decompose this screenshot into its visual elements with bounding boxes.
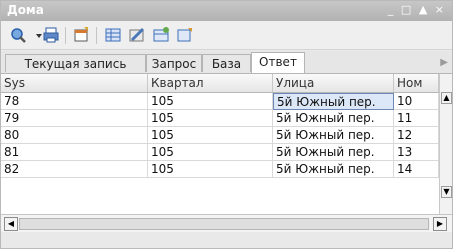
scroll-down-icon[interactable]: ▼ xyxy=(441,186,452,198)
close-button[interactable]: × xyxy=(435,3,446,16)
cell-number[interactable]: 10 xyxy=(394,93,439,110)
cell-street[interactable]: 5й Южный пер. xyxy=(273,110,394,127)
tab-answer[interactable]: Ответ xyxy=(251,52,305,73)
scroll-right-icon[interactable]: ▶ xyxy=(433,217,447,231)
window-controls: _ □ ▲ × xyxy=(388,3,446,16)
table-row[interactable]: 82 105 5й Южный пер. 14 xyxy=(1,161,439,178)
cell-street-selected[interactable]: 5й Южный пер. xyxy=(273,93,394,110)
cell-number[interactable]: 11 xyxy=(394,110,439,127)
form-button[interactable] xyxy=(175,25,195,45)
cell-number[interactable]: 12 xyxy=(394,127,439,144)
grid-button[interactable] xyxy=(103,25,123,45)
vertical-scrollbar[interactable]: ▲ ▼ xyxy=(439,74,452,214)
data-grid: Sys Квартал Улица Ном 78 105 5й Южный пе… xyxy=(1,73,452,232)
table-row[interactable]: 80 105 5й Южный пер. 12 xyxy=(1,127,439,144)
scroll-up-button[interactable]: ▲ xyxy=(419,3,429,16)
print-button[interactable] xyxy=(41,25,61,45)
grid-icon xyxy=(105,28,121,42)
table-row[interactable]: 78 105 5й Южный пер. 10 xyxy=(1,93,439,110)
table-add-icon xyxy=(153,27,169,42)
open-window-icon xyxy=(74,27,88,42)
toolbar-separator xyxy=(65,27,66,44)
cell-sys[interactable]: 81 xyxy=(1,144,148,161)
tab-base[interactable]: База xyxy=(202,54,251,72)
cell-kvartal[interactable]: 105 xyxy=(148,110,273,127)
table-row[interactable]: 81 105 5й Южный пер. 13 xyxy=(1,144,439,161)
toolbar-separator xyxy=(96,27,97,44)
cell-street[interactable]: 5й Южный пер. xyxy=(273,127,394,144)
cell-street[interactable]: 5й Южный пер. xyxy=(273,161,394,178)
column-header-sys[interactable]: Sys xyxy=(1,74,148,92)
scroll-left-icon[interactable]: ◀ xyxy=(4,217,18,231)
table-header: Sys Квартал Улица Ном xyxy=(1,74,439,93)
cell-kvartal[interactable]: 105 xyxy=(148,93,273,110)
cell-sys[interactable]: 78 xyxy=(1,93,148,110)
cell-street[interactable]: 5й Южный пер. xyxy=(273,144,394,161)
tab-strip: Текущая запись Запрос База Ответ ▶ xyxy=(1,51,452,74)
cell-number[interactable]: 13 xyxy=(394,144,439,161)
window-doma: Дома _ □ ▲ × Текущая запись Запрос База … xyxy=(0,0,453,249)
maximize-button[interactable]: □ xyxy=(401,3,413,16)
cell-kvartal[interactable]: 105 xyxy=(148,161,273,178)
tab-scroll-right-icon[interactable]: ▶ xyxy=(440,57,448,68)
column-header-kvartal[interactable]: Квартал xyxy=(148,74,273,92)
horizontal-scroll-thumb[interactable] xyxy=(19,218,429,230)
search-icon xyxy=(11,28,26,43)
table-add-button[interactable] xyxy=(151,25,171,45)
column-header-number[interactable]: Ном xyxy=(394,74,439,92)
edit-icon xyxy=(129,27,145,42)
cell-kvartal[interactable]: 105 xyxy=(148,144,273,161)
open-window-button[interactable] xyxy=(71,25,91,45)
cell-number[interactable]: 14 xyxy=(394,161,439,178)
cell-kvartal[interactable]: 105 xyxy=(148,127,273,144)
cell-sys[interactable]: 79 xyxy=(1,110,148,127)
cell-sys[interactable]: 80 xyxy=(1,127,148,144)
search-dropdown-arrow[interactable] xyxy=(29,25,42,45)
tab-current-record[interactable]: Текущая запись xyxy=(5,54,146,72)
tab-query[interactable]: Запрос xyxy=(146,54,202,72)
minimize-button[interactable]: _ xyxy=(388,3,396,16)
column-header-street[interactable]: Улица xyxy=(273,74,394,92)
window-title: Дома xyxy=(7,3,44,17)
scroll-up-icon[interactable]: ▲ xyxy=(441,92,452,104)
cell-sys[interactable]: 82 xyxy=(1,161,148,178)
horizontal-scrollbar[interactable]: ◀ ▶ xyxy=(1,214,452,232)
print-icon xyxy=(43,27,59,43)
table-row[interactable]: 79 105 5й Южный пер. 11 xyxy=(1,110,439,127)
form-icon xyxy=(177,28,192,42)
toolbar xyxy=(1,21,452,50)
edit-button[interactable] xyxy=(127,25,147,45)
title-bar[interactable]: Дома _ □ ▲ × xyxy=(1,1,452,21)
search-button[interactable] xyxy=(8,25,28,45)
